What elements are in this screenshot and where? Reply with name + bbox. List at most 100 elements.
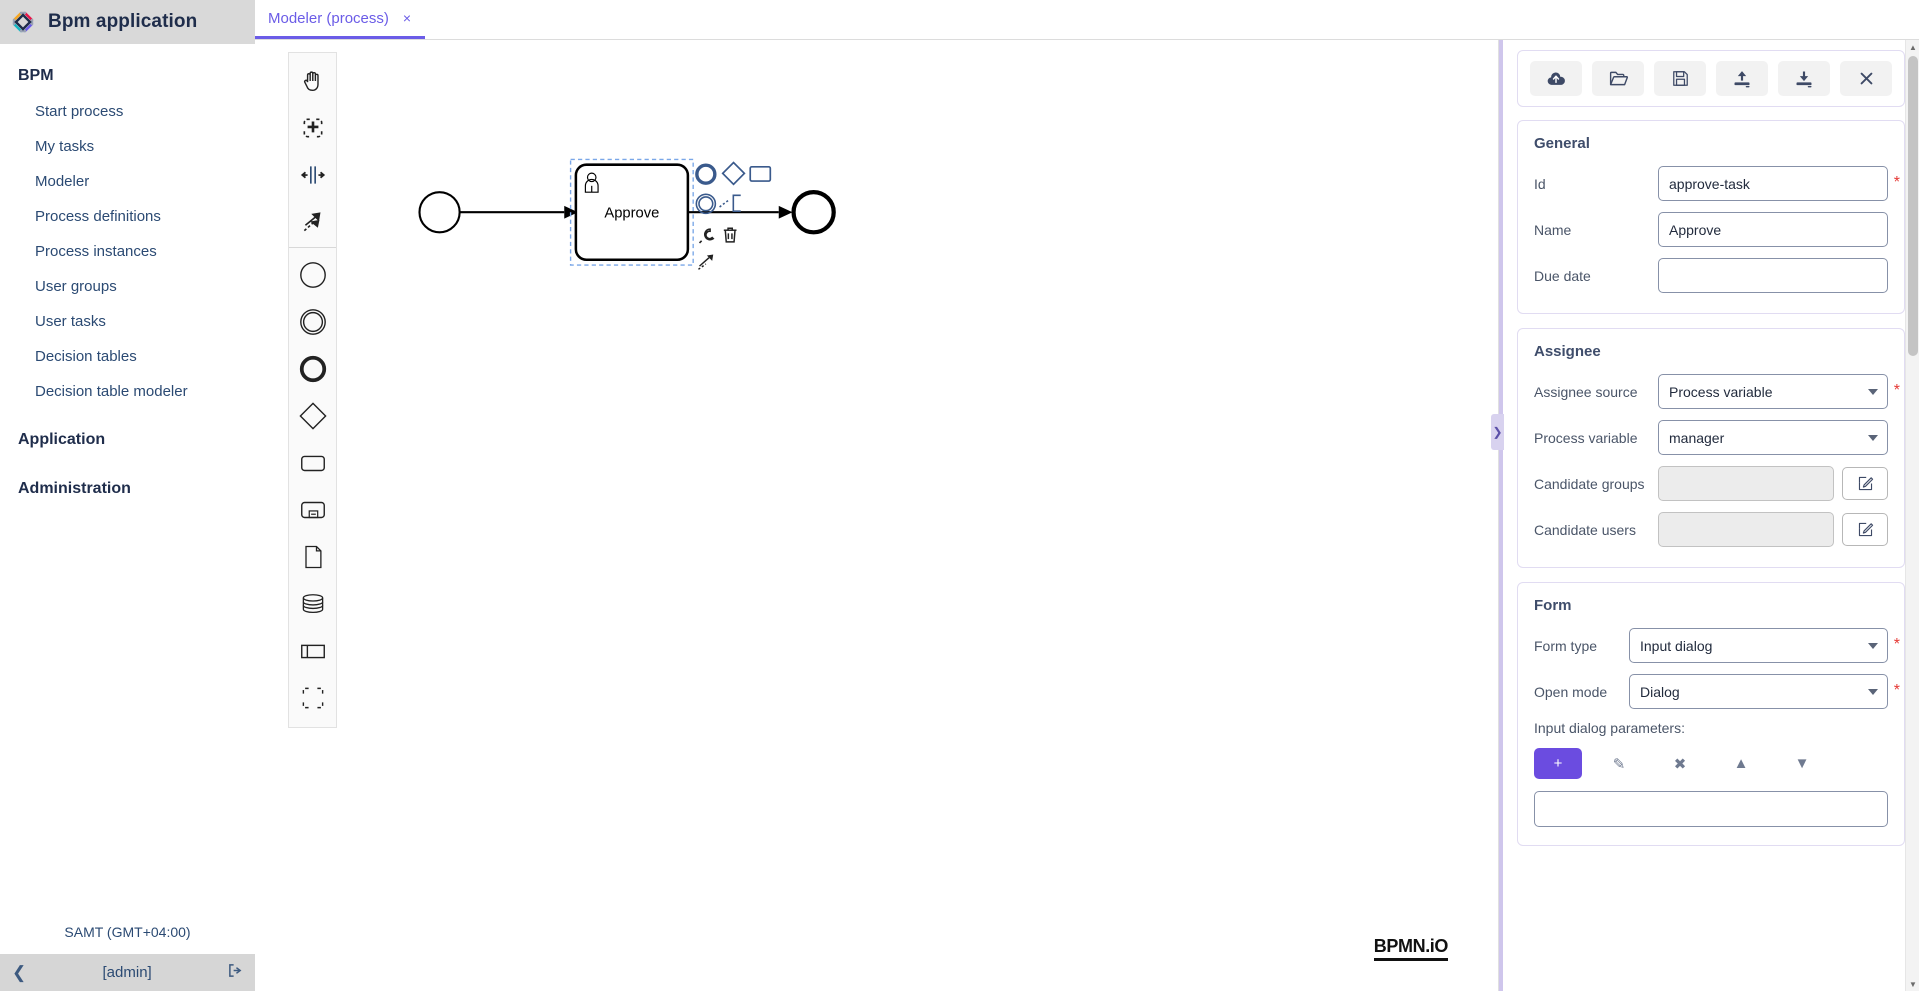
chevron-left-icon[interactable]: ❮ — [12, 963, 26, 983]
sidebar-item-process-instances[interactable]: Process instances — [0, 234, 255, 269]
sidebar-item-process-definitions[interactable]: Process definitions — [0, 199, 255, 234]
process-variable-select[interactable]: manager — [1658, 420, 1888, 455]
app-title: Bpm application — [48, 11, 198, 32]
bpmn-diagram[interactable]: Approve — [255, 40, 1498, 991]
tab-modeler-process[interactable]: Modeler (process) × — [255, 0, 426, 39]
append-intermediate-event-icon — [695, 193, 717, 215]
assignee-section: Assignee Assignee source Process variabl… — [1517, 328, 1905, 568]
field-label-id: Id — [1534, 175, 1546, 192]
form-type-value: Input dialog — [1640, 637, 1713, 654]
tab-bar: Modeler (process) × — [255, 0, 1919, 40]
append-gateway-icon — [721, 161, 746, 186]
edit-pencil-box-icon[interactable] — [1842, 467, 1888, 500]
chevron-down-icon — [1868, 642, 1878, 649]
chevron-down-icon — [1868, 388, 1878, 395]
field-label-assignee-source: Assignee source — [1534, 383, 1638, 400]
bpmn-canvas[interactable]: Approve BPMN.iO — [255, 40, 1499, 991]
assignee-section-title: Assignee — [1534, 343, 1601, 360]
sidebar-item-my-tasks[interactable]: My tasks — [0, 129, 255, 164]
logout-icon[interactable] — [228, 963, 243, 982]
sidebar-item-user-groups[interactable]: User groups — [0, 269, 255, 304]
sidebar-item-user-tasks[interactable]: User tasks — [0, 304, 255, 339]
sidebar-item-decision-table-modeler[interactable]: Decision table modeler — [0, 374, 255, 409]
main-area: Modeler (process) × Approve BPMN.iO ❯ Ge… — [255, 0, 1919, 991]
parameter-actions: + ✎ ✖ ▲ ▼ — [1534, 748, 1888, 779]
upload-icon[interactable] — [1716, 61, 1768, 96]
append-task-icon — [749, 165, 772, 182]
field-label-open-mode: Open mode — [1534, 683, 1608, 700]
candidate-groups-input[interactable] — [1658, 466, 1834, 501]
floppy-save-icon[interactable] — [1654, 61, 1706, 96]
field-label-due-date: Due date — [1534, 267, 1591, 284]
name-input[interactable] — [1658, 212, 1888, 247]
append-text-annotation-icon — [719, 194, 741, 212]
form-section-title: Form — [1534, 597, 1572, 614]
add-parameter-button[interactable]: + — [1534, 748, 1582, 779]
field-label-candidate-groups: Candidate groups — [1534, 475, 1645, 492]
cloud-upload-icon[interactable] — [1530, 61, 1582, 96]
parameters-list-box[interactable] — [1534, 791, 1888, 827]
close-icon[interactable]: × — [403, 10, 411, 26]
chevron-right-icon[interactable]: ❯ — [1491, 414, 1504, 450]
download-icon[interactable] — [1778, 61, 1830, 96]
due-date-input[interactable] — [1658, 258, 1888, 293]
remove-parameter-button[interactable]: ✖ — [1656, 748, 1704, 779]
open-mode-select[interactable]: Dialog — [1629, 674, 1888, 709]
modeler-toolbar — [1517, 50, 1905, 107]
sidebar-nav: BPM Start process My tasks Modeler Proce… — [0, 44, 255, 924]
diamond-logo-icon — [10, 9, 36, 35]
field-form-type: Form type Input dialog * — [1534, 628, 1900, 663]
field-label-process-variable: Process variable — [1534, 429, 1638, 446]
nav-group-bpm[interactable]: BPM — [0, 58, 255, 94]
candidate-users-input[interactable] — [1658, 512, 1834, 547]
current-user-label: [admin] — [102, 964, 152, 981]
user-bar: ❮ [admin] — [0, 954, 255, 991]
nav-group-application[interactable]: Application — [0, 409, 255, 458]
field-id: Id * — [1534, 166, 1900, 201]
properties-scrollbar[interactable]: ▲ ▼ — [1905, 40, 1919, 991]
scroll-down-arrow-icon[interactable]: ▼ — [1906, 977, 1919, 991]
required-marker-id: * — [1893, 174, 1900, 191]
sidebar-item-decision-tables[interactable]: Decision tables — [0, 339, 255, 374]
process-variable-value: manager — [1669, 429, 1725, 446]
chevron-down-icon — [1868, 434, 1878, 441]
open-mode-value: Dialog — [1640, 683, 1680, 700]
sidebar: Bpm application BPM Start process My tas… — [0, 0, 255, 991]
assignee-source-select[interactable]: Process variable — [1658, 374, 1888, 409]
properties-scroll-area: General Id * Name Due date — [1503, 40, 1919, 991]
app-brand: Bpm application — [0, 0, 255, 44]
work-zone: Approve BPMN.iO ❯ General Id approve-tas… — [255, 40, 1919, 991]
timezone-label: SAMT (GMT+04:00) — [64, 924, 191, 940]
nav-group-administration[interactable]: Administration — [0, 458, 255, 507]
scroll-up-arrow-icon[interactable]: ▲ — [1906, 40, 1919, 54]
field-candidate-groups: Candidate groups — [1534, 466, 1888, 501]
tab-label: Modeler (process) — [268, 9, 389, 27]
move-up-button[interactable]: ▲ — [1717, 748, 1765, 779]
field-due-date: Due date — [1534, 258, 1888, 293]
bpmn-io-watermark[interactable]: BPMN.iO — [1373, 936, 1448, 961]
close-x-icon[interactable] — [1840, 61, 1892, 96]
field-label-form-type: Form type — [1534, 637, 1598, 654]
edit-pencil-box-icon[interactable] — [1842, 513, 1888, 546]
change-type-wrench-icon — [698, 228, 715, 244]
sidebar-item-start-process[interactable]: Start process — [0, 94, 255, 129]
sidebar-item-modeler[interactable]: Modeler — [0, 164, 255, 199]
required-marker-form-type: * — [1893, 636, 1900, 653]
id-input[interactable] — [1658, 166, 1888, 201]
scrollbar-thumb[interactable] — [1908, 56, 1918, 356]
field-candidate-users: Candidate users — [1534, 512, 1888, 547]
connect-arrow-icon — [698, 254, 714, 270]
edit-parameter-button[interactable]: ✎ — [1595, 748, 1643, 779]
move-down-button[interactable]: ▼ — [1778, 748, 1826, 779]
app-root: Bpm application BPM Start process My tas… — [0, 0, 1919, 991]
form-section: Form Form type Input dialog * Open mode — [1517, 582, 1905, 846]
general-section: General Id * Name Due date — [1517, 120, 1905, 314]
required-marker-assignee-source: * — [1893, 382, 1900, 399]
folder-open-icon[interactable] — [1592, 61, 1644, 96]
required-marker-open-mode: * — [1893, 682, 1900, 699]
form-type-select[interactable]: Input dialog — [1629, 628, 1888, 663]
context-pad — [695, 161, 772, 270]
field-assignee-source: Assignee source Process variable * — [1534, 374, 1900, 409]
delete-trash-icon — [723, 227, 737, 243]
properties-panel: ❯ General Id approve-task * Name Approve… — [1491, 40, 1919, 991]
